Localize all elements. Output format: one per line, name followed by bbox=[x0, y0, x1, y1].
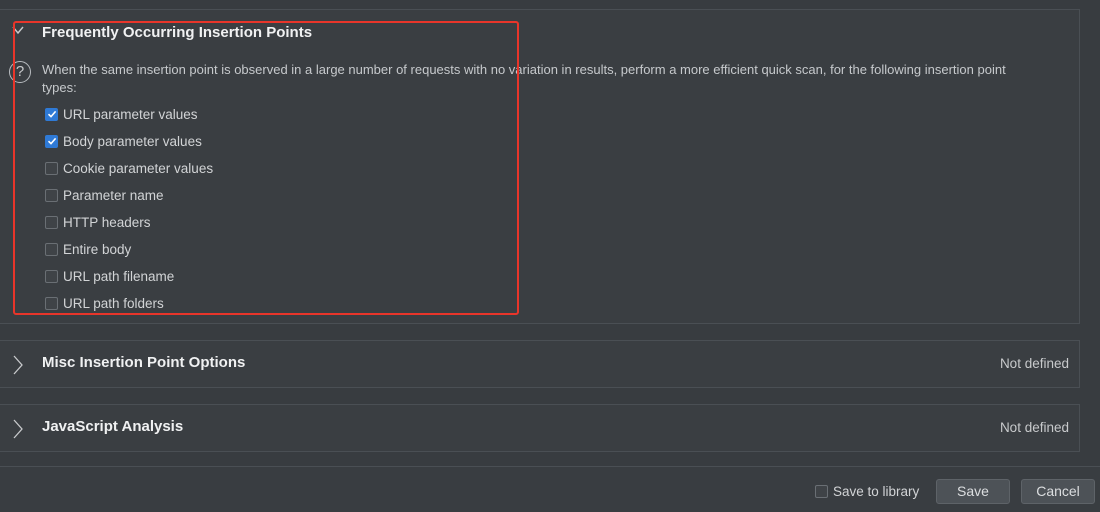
section-misc-insertion-point-options[interactable]: Misc Insertion Point Options Not defined bbox=[0, 340, 1080, 388]
save-to-library-checkbox[interactable] bbox=[815, 484, 828, 498]
chevron-down-icon[interactable] bbox=[12, 24, 24, 36]
footer-bar bbox=[0, 466, 1100, 512]
section-title[interactable]: JavaScript Analysis bbox=[42, 418, 183, 435]
help-icon[interactable]: ? bbox=[9, 61, 31, 83]
option-entire-body[interactable]: Entire body bbox=[45, 241, 131, 257]
section-description: When the same insertion point is observe… bbox=[42, 62, 1006, 95]
section-title[interactable]: Misc Insertion Point Options bbox=[42, 354, 245, 371]
status-label: Not defined bbox=[999, 356, 1069, 371]
option-cookie-parameter-values[interactable]: Cookie parameter values bbox=[45, 160, 213, 176]
check-icon bbox=[47, 110, 56, 118]
section-javascript-analysis[interactable]: JavaScript Analysis Not defined bbox=[0, 404, 1080, 452]
checkbox[interactable] bbox=[45, 107, 58, 121]
option-url-path-folders[interactable]: URL path folders bbox=[45, 295, 164, 311]
checkbox[interactable] bbox=[45, 296, 58, 310]
checkbox[interactable] bbox=[45, 161, 58, 175]
option-label: HTTP headers bbox=[63, 214, 151, 230]
option-parameter-name[interactable]: Parameter name bbox=[45, 187, 164, 203]
option-body-parameter-values[interactable]: Body parameter values bbox=[45, 133, 202, 149]
option-url-parameter-values[interactable]: URL parameter values bbox=[45, 106, 198, 122]
checkbox[interactable] bbox=[45, 215, 58, 229]
option-label: URL path folders bbox=[63, 295, 164, 311]
option-label: Cookie parameter values bbox=[63, 160, 214, 176]
section-title[interactable]: Frequently Occurring Insertion Points bbox=[42, 24, 312, 41]
check-icon bbox=[47, 137, 56, 145]
save-to-library-label: Save to library bbox=[833, 483, 920, 499]
option-label: Entire body bbox=[63, 241, 132, 257]
save-button[interactable]: Save bbox=[936, 479, 1010, 504]
chevron-right-icon[interactable] bbox=[13, 419, 23, 439]
option-label: Body parameter values bbox=[63, 133, 202, 149]
option-label: Parameter name bbox=[63, 187, 164, 203]
save-to-library-option[interactable]: Save to library bbox=[815, 483, 919, 499]
option-label: URL path filename bbox=[63, 268, 175, 284]
checkbox[interactable] bbox=[45, 242, 58, 256]
option-http-headers[interactable]: HTTP headers bbox=[45, 214, 151, 230]
status-label: Not defined bbox=[999, 420, 1069, 435]
option-label: URL parameter values bbox=[63, 106, 198, 122]
option-url-path-filename[interactable]: URL path filename bbox=[45, 268, 174, 284]
chevron-right-icon[interactable] bbox=[13, 355, 23, 375]
checkbox[interactable] bbox=[45, 188, 58, 202]
checkbox[interactable] bbox=[45, 134, 58, 148]
cancel-button[interactable]: Cancel bbox=[1021, 479, 1095, 504]
section-frequently-occurring-insertion-points: Frequently Occurring Insertion Points ? … bbox=[0, 9, 1080, 324]
checkbox[interactable] bbox=[45, 269, 58, 283]
